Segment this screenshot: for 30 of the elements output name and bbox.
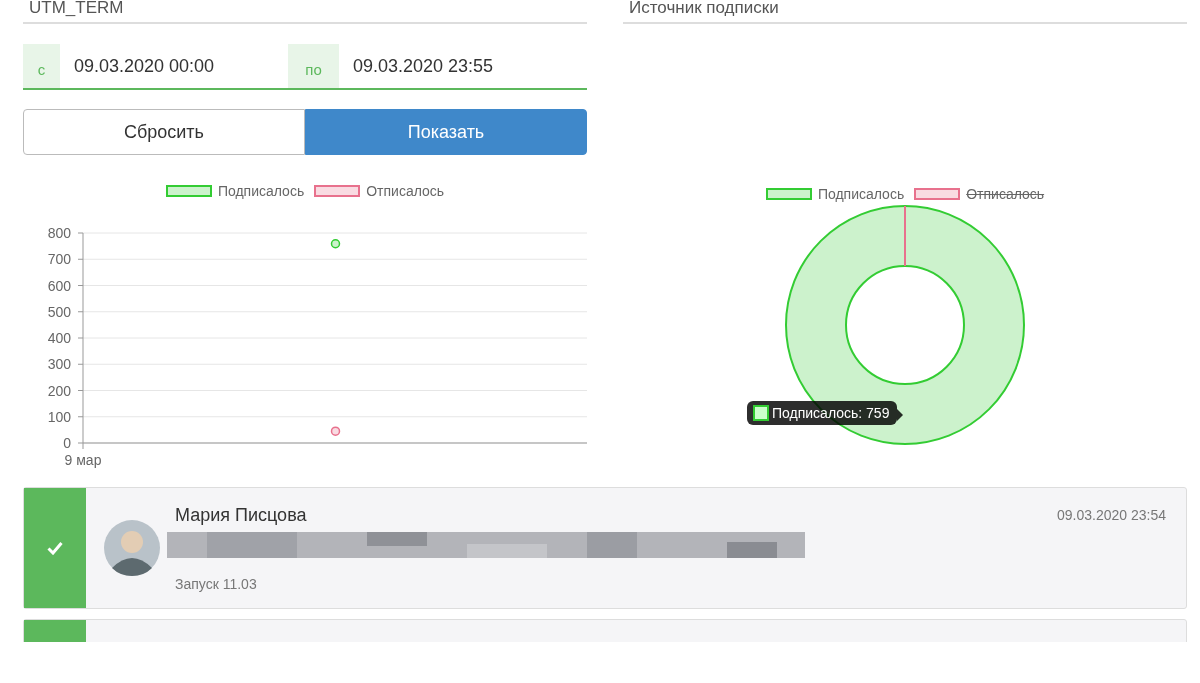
y-tick-label: 500 xyxy=(47,303,71,320)
section-heading: UTM_TERM xyxy=(23,0,587,24)
y-tick-label: 0 xyxy=(63,435,71,451)
check-icon xyxy=(47,541,63,555)
legend-item[interactable]: Отписалось xyxy=(914,186,1045,202)
show-button[interactable]: Показать xyxy=(305,109,587,155)
y-tick-label: 200 xyxy=(47,382,71,399)
user-name: Мария Писцова xyxy=(175,504,307,526)
tooltip-text: Подписалось: 759 xyxy=(772,405,890,421)
from-label: с xyxy=(23,44,60,88)
y-tick-label: 700 xyxy=(47,251,71,268)
y-tick-label: 100 xyxy=(47,408,71,425)
x-axis-label: 9 мар xyxy=(64,452,102,468)
legend-label: Отписалось xyxy=(366,183,445,199)
legend-label: Подписалось xyxy=(217,183,305,199)
legend-item[interactable]: Отписалось xyxy=(314,183,445,199)
y-tick-label: 300 xyxy=(47,356,71,373)
reset-button[interactable]: Сбросить xyxy=(23,109,305,155)
legend-label: Подписалось xyxy=(817,186,905,202)
section-heading: Источник подписки xyxy=(623,0,1187,24)
legend-item[interactable]: Подписалось xyxy=(165,183,305,199)
timestamp: 09.03.2020 23:54 xyxy=(1057,507,1166,523)
y-tick-label: 600 xyxy=(47,277,71,294)
to-label: по xyxy=(288,44,339,88)
avatar xyxy=(104,520,160,576)
y-tick-label: 400 xyxy=(47,330,71,346)
legend-label: Отписалось xyxy=(966,186,1045,202)
legend-item[interactable]: Подписалось xyxy=(765,186,905,202)
y-tick-label: 800 xyxy=(47,225,71,241)
campaign-note: Запуск 11.03 xyxy=(174,575,257,592)
